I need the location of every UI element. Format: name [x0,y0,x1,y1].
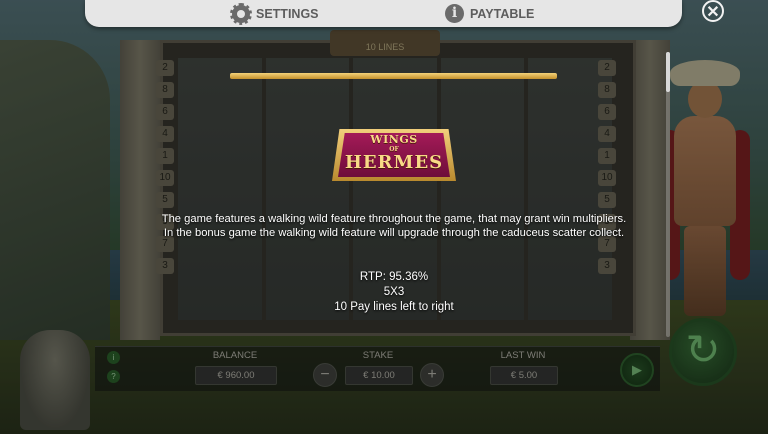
tab-paytable-label: PAYTABLE [470,6,535,21]
tab-paytable[interactable]: i PAYTABLE [445,0,534,27]
gear-icon [230,2,252,25]
info-icon: i [445,4,464,23]
game-specs: RTP: 95.36% 5X3 10 Pay lines left to rig… [250,270,538,315]
feature-description: The game features a walking wild feature… [120,212,668,240]
close-icon[interactable]: ✕ [702,0,724,22]
logo-text-hermes: HERMES [344,152,444,173]
menu-top-bar: SETTINGS i PAYTABLE [85,0,682,27]
tab-settings[interactable]: SETTINGS [230,0,319,27]
paylines-text: 10 Pay lines left to right [334,301,454,313]
grid-size-text: 5X3 [383,286,405,298]
rtp-text: RTP: 95.36% [359,271,429,283]
paytable-scrollbar[interactable] [666,52,670,337]
description-line-1: The game features a walking wild feature… [161,213,627,225]
gold-divider [230,73,557,79]
tab-settings-label: SETTINGS [256,6,319,21]
paytable-scroll-thumb[interactable] [666,52,670,92]
description-line-2: In the bonus game the walking wild featu… [163,227,625,239]
logo-text-wings: WINGS [370,133,418,146]
